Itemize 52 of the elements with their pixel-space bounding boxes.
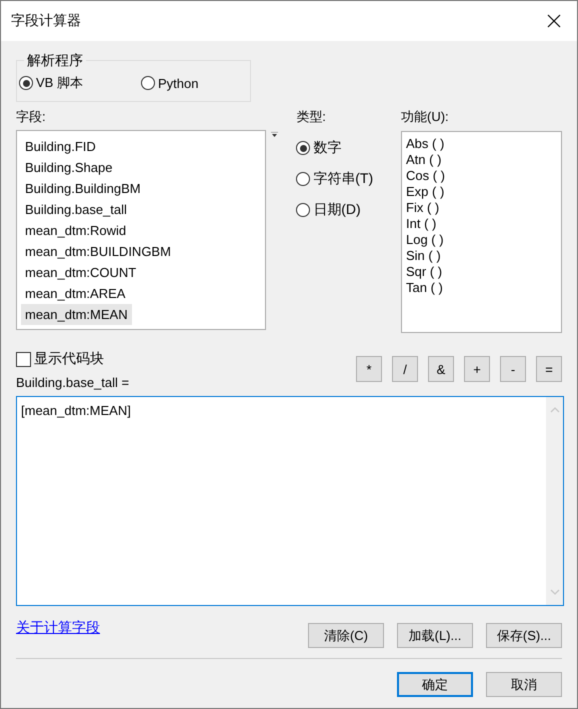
radio-label: Python: [158, 76, 198, 90]
help-link[interactable]: 关于计算字段: [16, 619, 100, 637]
function-item[interactable]: Sin ( ): [406, 248, 441, 264]
operator-button[interactable]: +: [464, 356, 490, 382]
action-button[interactable]: 清除(C): [308, 623, 384, 648]
field-item[interactable]: mean_dtm:Rowid: [21, 220, 130, 241]
fields-label: 字段:: [16, 108, 47, 126]
radio-button[interactable]: [296, 141, 310, 155]
radio-button[interactable]: [296, 203, 310, 217]
radio-label: 数字: [313, 139, 342, 157]
ok-button[interactable]: 确定: [397, 672, 473, 697]
field-item[interactable]: mean_dtm:COUNT: [21, 262, 140, 283]
radio-label: VB 脚本: [36, 74, 83, 92]
close-icon: [547, 14, 561, 28]
function-item[interactable]: Abs ( ): [406, 136, 444, 152]
operator-button[interactable]: &: [428, 356, 454, 382]
window-title: 字段计算器: [11, 12, 81, 30]
action-button[interactable]: 保存(S)...: [486, 623, 562, 648]
functions-label: 功能(U):: [401, 108, 450, 126]
cancel-button[interactable]: 取消: [486, 672, 562, 697]
field-item[interactable]: mean_dtm:BUILDINGBM: [21, 241, 175, 262]
operator-button[interactable]: *: [356, 356, 382, 382]
operator-button[interactable]: -: [500, 356, 526, 382]
type-label: 类型:: [296, 108, 327, 126]
expression-field[interactable]: [mean_dtm:MEAN]: [16, 396, 564, 606]
field-item[interactable]: mean_dtm:AREA: [21, 283, 130, 304]
radio-label: 日期(D): [313, 201, 361, 219]
function-item[interactable]: Tan ( ): [406, 280, 443, 296]
field-item[interactable]: Building.Shape: [21, 157, 116, 178]
group-legend: 解析程序: [24, 52, 86, 68]
function-item[interactable]: Fix ( ): [406, 200, 440, 216]
function-item[interactable]: Int ( ): [406, 216, 436, 232]
operator-button[interactable]: =: [536, 356, 562, 382]
radio-button[interactable]: [19, 76, 33, 90]
expression-label: Building.base_tall =: [16, 374, 130, 392]
function-item[interactable]: Atn ( ): [406, 152, 442, 168]
function-item[interactable]: Cos ( ): [406, 168, 445, 184]
action-button[interactable]: 加载(L)...: [397, 623, 473, 648]
field-item[interactable]: Building.base_tall: [21, 199, 131, 220]
field-item[interactable]: Building.BuildingBM: [21, 178, 145, 199]
function-item[interactable]: Sqr ( ): [406, 264, 442, 280]
function-item[interactable]: Log ( ): [406, 232, 444, 248]
checkbox[interactable]: [16, 352, 31, 366]
checkbox-label: 显示代码块: [34, 350, 104, 368]
dropdown-arrow-icon[interactable]: [271, 132, 278, 138]
field-item[interactable]: Building.FID: [21, 136, 100, 157]
operator-button[interactable]: /: [392, 356, 418, 382]
radio-button[interactable]: [140, 76, 155, 90]
radio-button[interactable]: [296, 172, 310, 186]
field-item[interactable]: mean_dtm:MEAN: [21, 304, 132, 325]
radio-label: 字符串(T): [313, 170, 374, 188]
function-item[interactable]: Exp ( ): [406, 184, 444, 200]
